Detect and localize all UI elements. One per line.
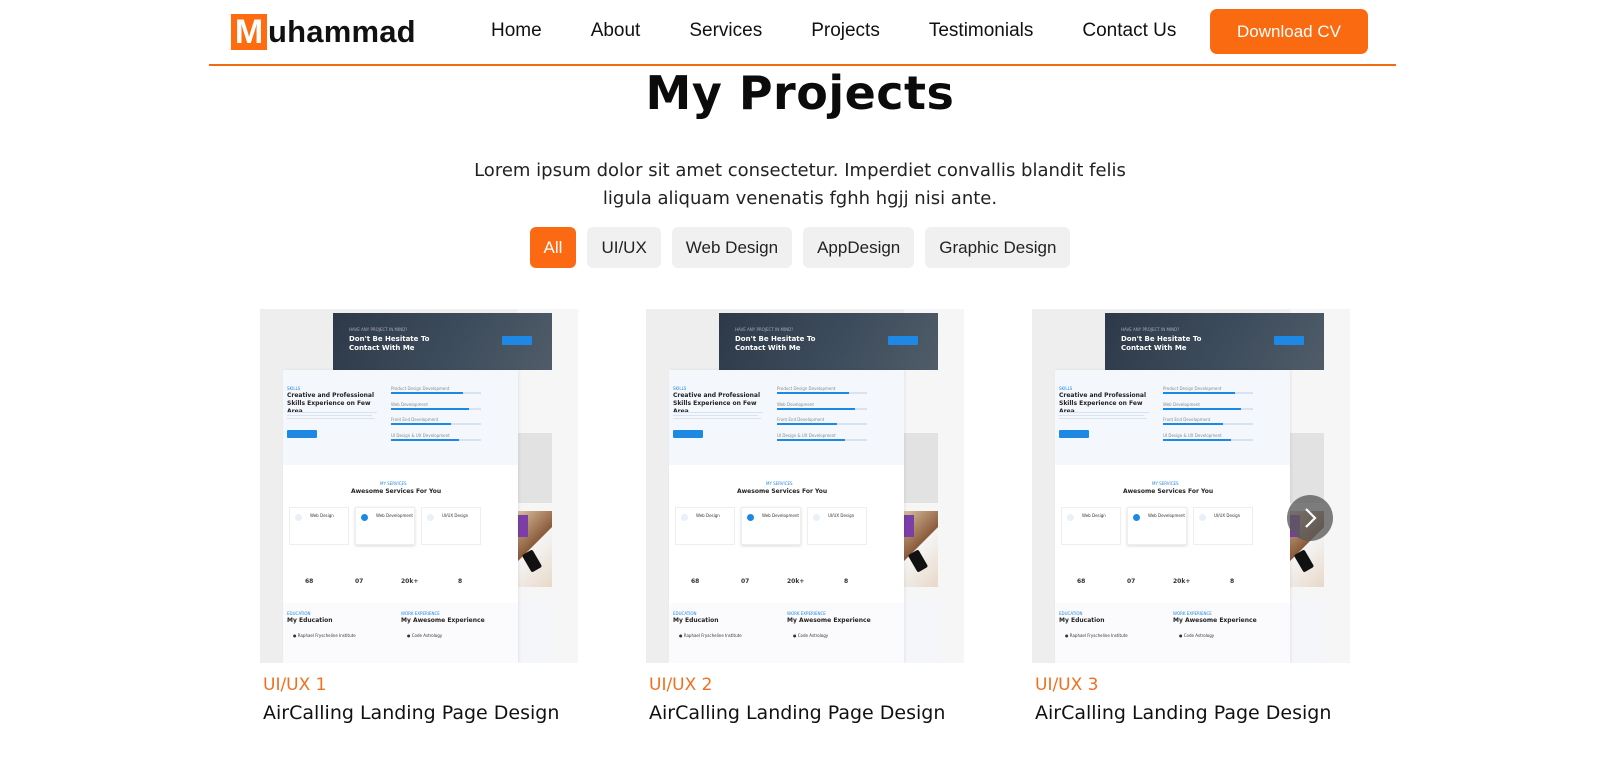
filter-ui-ux[interactable]: UI/UX — [587, 227, 661, 268]
mockup-side-panel — [518, 601, 552, 663]
nav-projects[interactable]: Projects — [811, 20, 880, 42]
project-card[interactable]: HAVE ANY PROJECT IN MIND? Don't Be Hesit… — [260, 309, 578, 749]
filter-all[interactable]: All — [529, 227, 577, 268]
mockup-stat: 68 — [691, 578, 700, 585]
mockup-skills-section: SKILLS Creative and Professional Skills … — [1055, 370, 1290, 465]
site-header: M uhammad Home About Services Projects T… — [209, 0, 1396, 66]
project-filters: All UI/UX Web Design AppDesign Graphic D… — [0, 227, 1600, 268]
nav-contact[interactable]: Contact Us — [1082, 20, 1176, 42]
project-title[interactable]: AirCalling Landing Page Design — [263, 702, 559, 724]
mockup-education-heading: My Education — [673, 617, 719, 624]
mockup-service-3: UI/UX Design — [828, 513, 855, 518]
mockup-experience-heading: My Awesome Experience — [1173, 617, 1257, 624]
mockup-desk-photo — [904, 511, 938, 587]
mockup-contact-banner: HAVE ANY PROJECT IN MIND? Don't Be Hesit… — [719, 313, 938, 370]
chevron-right-icon — [1305, 508, 1317, 528]
project-carousel: HAVE ANY PROJECT IN MIND? Don't Be Hesit… — [260, 309, 1350, 749]
mockup-skills-section: SKILLS Creative and Professional Skills … — [669, 370, 904, 465]
mockup-education-section: EDUCATION My Education WORK EXPERIENCE M… — [283, 603, 518, 663]
mockup-stat: 07 — [1127, 578, 1136, 585]
mockup-stat: 07 — [741, 578, 750, 585]
nav-services[interactable]: Services — [689, 20, 762, 42]
download-cv-button[interactable]: Download CV — [1210, 9, 1368, 54]
mockup-desk-photo — [518, 511, 552, 587]
nav-about[interactable]: About — [591, 20, 641, 42]
mockup-photo — [518, 433, 552, 503]
nav-testimonials[interactable]: Testimonials — [929, 20, 1034, 42]
project-category: UI/UX 2 — [649, 675, 713, 695]
mockup-stat: 8 — [1230, 578, 1235, 585]
mockup-service-2: Web Development — [376, 513, 413, 518]
mockup-banner-title: Don't Be Hesitate To Contact With Me — [349, 335, 430, 352]
mockup-photo — [1290, 433, 1324, 503]
mockup-photo — [904, 433, 938, 503]
mockup-stat: 20k+ — [401, 578, 419, 585]
mockup-page: SKILLS Creative and Professional Skills … — [669, 370, 904, 663]
mockup-stat: 68 — [1077, 578, 1086, 585]
filter-app-design[interactable]: AppDesign — [803, 227, 915, 268]
project-thumbnail[interactable]: HAVE ANY PROJECT IN MIND? Don't Be Hesit… — [1032, 309, 1350, 663]
project-card[interactable]: HAVE ANY PROJECT IN MIND? Don't Be Hesit… — [646, 309, 964, 749]
mockup-banner-title: Don't Be Hesitate To Contact With Me — [1121, 335, 1202, 352]
mockup-side-panel — [904, 601, 938, 663]
mockup-service-2: Web Development — [762, 513, 799, 518]
mockup-page: SKILLS Creative and Professional Skills … — [1055, 370, 1290, 663]
filter-web-design[interactable]: Web Design — [671, 227, 793, 268]
mockup-stat: 07 — [355, 578, 364, 585]
mockup-services-heading: Awesome Services For You — [351, 488, 442, 495]
mockup-education-heading: My Education — [287, 617, 333, 624]
mockup-education-heading: My Education — [1059, 617, 1105, 624]
mockup-service-2: Web Development — [1148, 513, 1185, 518]
logo-text: uhammad — [268, 14, 416, 49]
mockup-stat: 8 — [458, 578, 463, 585]
mockup-skills-section: SKILLS Creative and Professional Skills … — [283, 370, 518, 465]
logo[interactable]: M uhammad — [231, 14, 416, 50]
mockup-service-1: Web Design — [696, 513, 720, 518]
mockup-side-panel — [1290, 601, 1324, 663]
carousel-next-button[interactable] — [1287, 495, 1333, 541]
project-title[interactable]: AirCalling Landing Page Design — [1035, 702, 1331, 724]
mockup-banner-title: Don't Be Hesitate To Contact With Me — [735, 335, 816, 352]
mockup-service-1: Web Design — [310, 513, 334, 518]
project-category: UI/UX 1 — [263, 675, 327, 695]
mockup-stat: 68 — [305, 578, 314, 585]
project-title[interactable]: AirCalling Landing Page Design — [649, 702, 945, 724]
mockup-contact-banner: HAVE ANY PROJECT IN MIND? Don't Be Hesit… — [1105, 313, 1324, 370]
mockup-service-1: Web Design — [1082, 513, 1106, 518]
mockup-stat: 20k+ — [1173, 578, 1191, 585]
mockup-service-3: UI/UX Design — [1214, 513, 1241, 518]
logo-initial: M — [231, 14, 267, 50]
mockup-education-section: EDUCATION My Education WORK EXPERIENCE M… — [1055, 603, 1290, 663]
nav-home[interactable]: Home — [491, 20, 542, 42]
project-thumbnail[interactable]: HAVE ANY PROJECT IN MIND? Don't Be Hesit… — [646, 309, 964, 663]
mockup-contact-banner: HAVE ANY PROJECT IN MIND? Don't Be Hesit… — [333, 313, 552, 370]
main-nav: Home About Services Projects Testimonial… — [491, 20, 1225, 42]
mockup-page: SKILLS Creative and Professional Skills … — [283, 370, 518, 663]
project-category: UI/UX 3 — [1035, 675, 1099, 695]
mockup-experience-heading: My Awesome Experience — [787, 617, 871, 624]
project-thumbnail[interactable]: HAVE ANY PROJECT IN MIND? Don't Be Hesit… — [260, 309, 578, 663]
section-description: Lorem ipsum dolor sit amet consectetur. … — [474, 160, 1126, 209]
mockup-service-3: UI/UX Design — [442, 513, 469, 518]
mockup-experience-heading: My Awesome Experience — [401, 617, 485, 624]
mockup-education-section: EDUCATION My Education WORK EXPERIENCE M… — [669, 603, 904, 663]
mockup-stat: 8 — [844, 578, 849, 585]
page-title: My Projects — [645, 66, 955, 120]
mockup-stat: 20k+ — [787, 578, 805, 585]
mockup-services-heading: Awesome Services For You — [737, 488, 828, 495]
mockup-services-heading: Awesome Services For You — [1123, 488, 1214, 495]
filter-graphic-design[interactable]: Graphic Design — [925, 227, 1071, 268]
